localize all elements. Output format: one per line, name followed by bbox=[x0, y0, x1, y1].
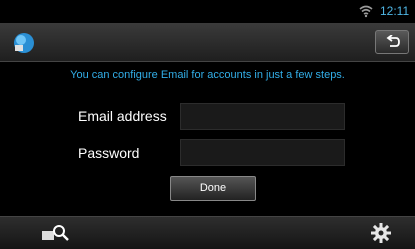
back-button[interactable] bbox=[375, 30, 409, 54]
bottom-bar bbox=[0, 216, 415, 249]
setup-info-text: You can configure Email for accounts in … bbox=[70, 69, 345, 81]
settings-gear-icon[interactable] bbox=[370, 222, 392, 244]
email-address-label: Email address bbox=[78, 108, 167, 124]
clock-time: 12:11 bbox=[380, 4, 410, 18]
wifi-icon bbox=[359, 5, 373, 18]
search-source-icon[interactable] bbox=[41, 223, 71, 243]
title-bar bbox=[0, 23, 415, 62]
email-app-icon bbox=[14, 33, 34, 53]
email-setup-panel: You can configure Email for accounts in … bbox=[0, 62, 415, 216]
email-address-field[interactable] bbox=[180, 103, 345, 130]
password-label: Password bbox=[78, 145, 140, 161]
password-field[interactable] bbox=[180, 139, 345, 166]
done-button[interactable]: Done bbox=[170, 176, 256, 201]
back-arrow-icon bbox=[386, 35, 400, 47]
status-bar: 12:11 bbox=[0, 0, 415, 23]
